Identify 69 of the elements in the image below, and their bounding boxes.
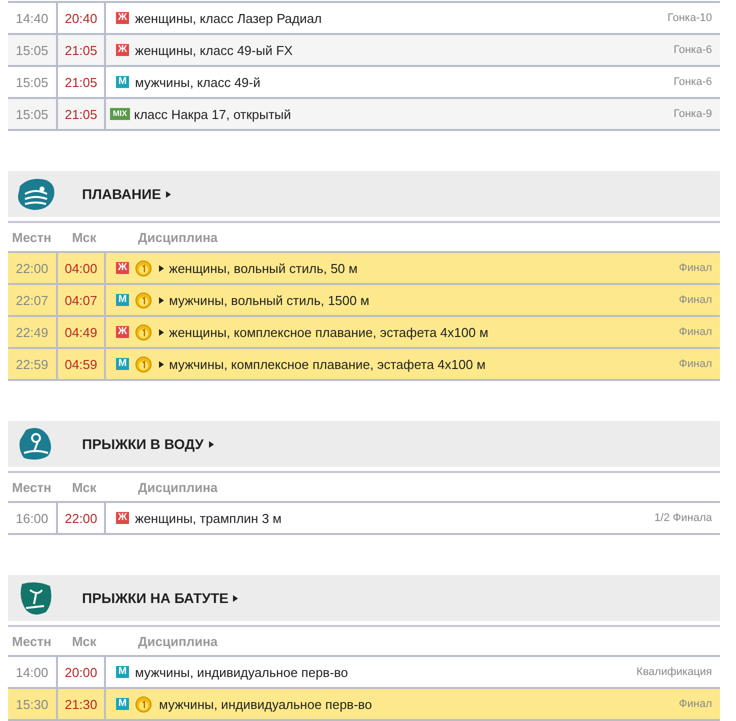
expand-icon[interactable]	[159, 328, 164, 336]
column-header: Местн	[11, 230, 52, 244]
gender-badge: Ж	[116, 326, 129, 338]
moscow-time: 04:59	[58, 349, 106, 379]
gender-badge: М	[116, 698, 129, 710]
stage-label: Финал	[678, 326, 712, 338]
local-time: 16:00	[8, 503, 58, 533]
medal-icon	[135, 292, 152, 308]
caret-icon	[166, 190, 172, 198]
gender-badge: М	[116, 294, 129, 306]
gender-badge: Ж	[116, 262, 129, 274]
discipline-name: женщины, класс Лазер Радиал	[135, 10, 322, 26]
stage-label: 1/2 Финала	[654, 512, 712, 524]
local-time: 15:30	[8, 689, 58, 719]
discipline-name: мужчины, комплексное плавание, эстафета 4x100 м	[169, 356, 486, 372]
gender-badge: MIX	[110, 108, 130, 120]
gender-badge: М	[116, 666, 129, 678]
medal-icon	[135, 260, 152, 276]
column-header: Местн	[11, 480, 52, 494]
column-header: Дисциплина	[137, 480, 218, 494]
stage-label: Финал	[678, 698, 712, 710]
caret-icon	[233, 594, 238, 602]
gender-badge: Ж	[116, 44, 129, 56]
discipline-name: мужчины, класс 49-й	[135, 74, 260, 90]
local-time: 22:59	[8, 349, 58, 379]
discipline-name: женщины, класс 49-ый FX	[135, 42, 293, 58]
expand-icon[interactable]	[159, 360, 164, 368]
discipline-name: мужчины, индивидуальное перв-во	[135, 664, 348, 680]
section-title: ПРЫЖКИ В ВОДУ	[82, 436, 204, 452]
gender-badge: М	[116, 76, 129, 88]
column-header: Мск	[71, 634, 98, 648]
expand-icon[interactable]	[159, 296, 164, 304]
stage-label: Финал	[678, 294, 712, 306]
section-header[interactable]: ПЛАВАНИЕ	[8, 171, 720, 217]
gender-badge: Ж	[116, 512, 129, 524]
section-title: ПЛАВАНИЕ	[82, 186, 162, 202]
column-header: Мск	[71, 480, 98, 494]
expand-icon[interactable]	[159, 264, 164, 272]
medal-icon	[135, 324, 152, 340]
stage-label: Финал	[678, 358, 712, 370]
gender-badge: Ж	[116, 12, 129, 24]
discipline-name: класс Накра 17, открытый	[134, 106, 292, 122]
column-header: Дисциплина	[137, 634, 218, 648]
stage-label: Гонка-9	[674, 108, 712, 120]
caret-icon	[208, 440, 214, 448]
stage-label: Гонка-10	[668, 12, 712, 24]
discipline-name: мужчины, индивидуальное перв-во	[159, 696, 372, 712]
medal-icon	[135, 356, 152, 372]
stage-label: Квалификация	[636, 666, 712, 678]
column-header: Местн	[11, 634, 52, 648]
discipline-name: женщины, трамплин 3 м	[135, 510, 282, 526]
local-time: 15:05	[8, 99, 58, 129]
column-header: Мск	[71, 230, 98, 244]
moscow-time: 22:00	[58, 503, 106, 533]
moscow-time: 21:30	[58, 689, 106, 719]
discipline-name: женщины, вольный стиль, 50 м	[169, 260, 358, 276]
swimmer-icon	[16, 176, 56, 212]
stage-label: Финал	[678, 262, 712, 274]
stage-label: Гонка-6	[674, 44, 712, 56]
gender-badge: М	[116, 358, 129, 370]
moscow-time: 21:05	[58, 99, 106, 129]
section-title: ПРЫЖКИ НА БАТУТЕ	[82, 590, 228, 606]
medal-icon	[135, 696, 152, 712]
section-header[interactable]: ПРЫЖКИ НА БАТУТЕ	[8, 575, 720, 621]
column-header: Дисциплина	[137, 230, 218, 244]
discipline-name: мужчины, вольный стиль, 1500 м	[169, 292, 370, 308]
stage-label: Гонка-6	[674, 76, 712, 88]
discipline-name: женщины, комплексное плавание, эстафета 4x100 м	[169, 324, 488, 340]
section-header[interactable]: ПРЫЖКИ В ВОДУ	[8, 421, 720, 467]
